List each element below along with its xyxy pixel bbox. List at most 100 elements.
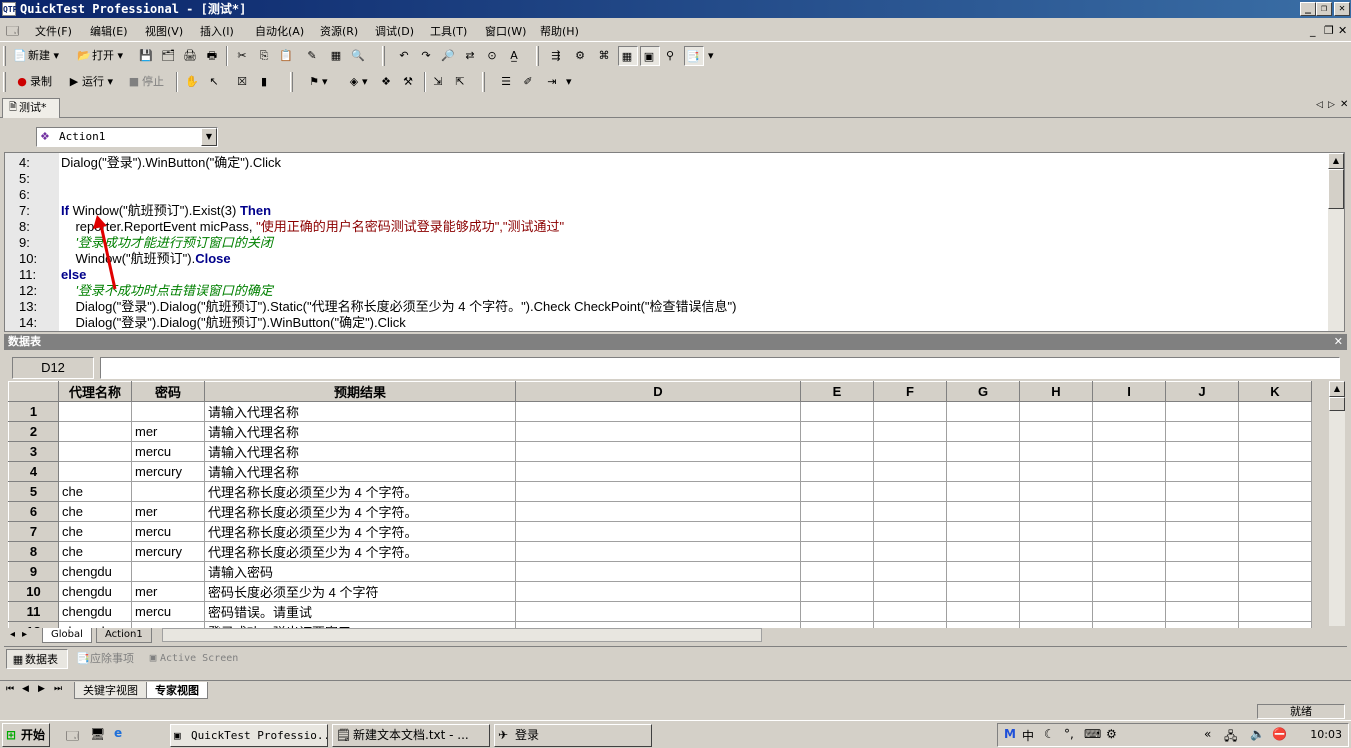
comment-button[interactable]: ☰ [498,72,514,92]
table-cell[interactable] [1092,461,1166,482]
expert-view-editor[interactable]: 4: Dialog("登录").WinButton("确定").Click 5: … [4,152,1345,332]
toolbar-grip[interactable] [3,72,6,92]
table-row[interactable]: 4 mercury 请输入代理名称 [8,461,1312,482]
menu-file[interactable]: 文件(F) [35,23,72,39]
analog-recording-button[interactable]: ✋ [184,72,200,92]
table-cell[interactable] [1238,541,1312,562]
table-row[interactable]: 11 chengdu mercu 密码错误。请重试 [8,601,1312,622]
table-cell[interactable] [873,521,947,542]
chevron-down-icon[interactable]: ▼ [201,128,217,146]
object-repository-button[interactable]: ▦ [328,46,344,66]
table-cell[interactable] [873,441,947,462]
table-cell[interactable] [515,541,801,562]
table-cell[interactable] [515,561,801,582]
table-cell[interactable] [800,421,874,442]
table-cell[interactable] [131,561,205,582]
menu-resources[interactable]: 资源(R) [320,23,358,39]
table-cell[interactable]: 代理名称长度必须至少为 4 个字符。 [204,521,516,542]
table-cell[interactable] [1019,501,1093,522]
task-quicktest[interactable]: ▣ QuickTest Professio... [170,724,328,747]
tab-missing-resources[interactable]: 📑应除事项 [72,649,134,669]
table-cell[interactable] [800,441,874,462]
table-cell[interactable] [946,461,1020,482]
table-cell[interactable] [800,561,874,582]
table-cell[interactable] [1019,461,1093,482]
row-header[interactable]: 8 [8,541,59,562]
print-button[interactable]: 🖶 [204,46,220,66]
mdi-close-button[interactable]: ✕ [1338,24,1347,37]
column-header[interactable]: H [1019,381,1093,402]
tab-close-icon[interactable]: ✕ [1340,99,1348,110]
scroll-up-icon[interactable]: ▲ [1329,381,1345,397]
table-cell[interactable] [1238,601,1312,622]
column-header[interactable]: J [1165,381,1239,402]
table-cell[interactable] [946,561,1020,582]
save-button[interactable]: 💾 [138,46,154,66]
table-cell[interactable] [1092,401,1166,422]
tab-nav-last-icon[interactable]: ⏭ [54,684,62,694]
undo-button[interactable]: ↶ [396,46,412,66]
uncomment-button[interactable]: ✐ [520,72,536,92]
table-cell[interactable] [1165,561,1239,582]
tab-nav-prev-icon[interactable]: ◀ [22,684,29,694]
table-cell[interactable] [1165,521,1239,542]
data-table-toggle-button[interactable]: ▦ [618,46,638,66]
toolbar-grip[interactable] [536,46,539,66]
table-cell[interactable] [800,541,874,562]
toolbar-grip[interactable] [382,46,385,66]
stop-button[interactable]: ■ 停止 [126,72,164,92]
internet-explorer-icon[interactable]: e [114,726,122,740]
sheet-first-icon[interactable]: ◂ [10,629,15,640]
code-line[interactable]: 7: If Window("航班预订").Exist(3) Then [5,203,1325,219]
record-button[interactable]: ● 录制 [14,72,52,92]
table-cell[interactable]: 请输入代理名称 [204,401,516,422]
scroll-thumb[interactable] [1329,397,1345,411]
table-cell[interactable] [800,501,874,522]
table-cell[interactable]: 代理名称长度必须至少为 4 个字符。 [204,481,516,502]
row-header[interactable]: 1 [8,401,59,422]
save-all-button[interactable]: 🗂 [160,46,176,66]
column-header[interactable]: K [1238,381,1312,402]
table-cell[interactable] [1165,461,1239,482]
table-cell[interactable] [873,421,947,442]
table-cell[interactable] [1092,501,1166,522]
volume-icon[interactable]: 🔈 [1250,727,1265,741]
code-line[interactable]: 6: [5,187,1325,203]
grid-scrollbar[interactable]: ▲ [1329,381,1345,626]
table-cell[interactable] [1019,581,1093,602]
table-cell[interactable] [1092,521,1166,542]
table-cell[interactable] [946,601,1020,622]
column-header[interactable]: 密码 [131,381,205,402]
table-cell[interactable] [873,561,947,582]
table-cell[interactable]: chengdu [58,601,132,622]
table-row[interactable]: 1 请输入代理名称 [8,401,1312,422]
code-line[interactable]: 11: else [5,267,1325,283]
table-cell[interactable] [131,401,205,422]
punctuation-icon[interactable]: °, [1064,727,1074,741]
step-into-button[interactable]: ⇲ [430,72,446,92]
row-header[interactable]: 2 [8,421,59,442]
table-cell[interactable] [800,401,874,422]
table-cell[interactable]: chengdu [58,561,132,582]
table-cell[interactable] [1165,581,1239,602]
table-cell[interactable] [58,401,132,422]
table-cell[interactable]: 密码长度必须至少为 4 个字符 [204,581,516,602]
table-cell[interactable] [1165,501,1239,522]
redo-button[interactable]: ↷ [418,46,434,66]
table-cell[interactable] [1019,401,1093,422]
ime-chinese-icon[interactable]: 中 [1022,727,1034,744]
table-cell[interactable] [1238,501,1312,522]
table-cell[interactable]: mer [131,501,205,522]
table-cell[interactable] [1238,421,1312,442]
table-cell[interactable] [515,421,801,442]
table-row[interactable]: 6 che mer 代理名称长度必须至少为 4 个字符。 [8,501,1312,522]
table-cell[interactable] [131,481,205,502]
step-generator-button[interactable]: ⚒ [400,72,416,92]
tab-data-table[interactable]: ▦ 数据表 [6,649,68,669]
row-header[interactable]: 10 [8,581,59,602]
menu-help[interactable]: 帮助(H) [540,23,579,39]
tab-nav-first-icon[interactable]: ⏮ [6,684,14,694]
table-cell[interactable]: 密码错误。请重试 [204,601,516,622]
column-header[interactable]: E [800,381,874,402]
table-cell[interactable]: che [58,541,132,562]
